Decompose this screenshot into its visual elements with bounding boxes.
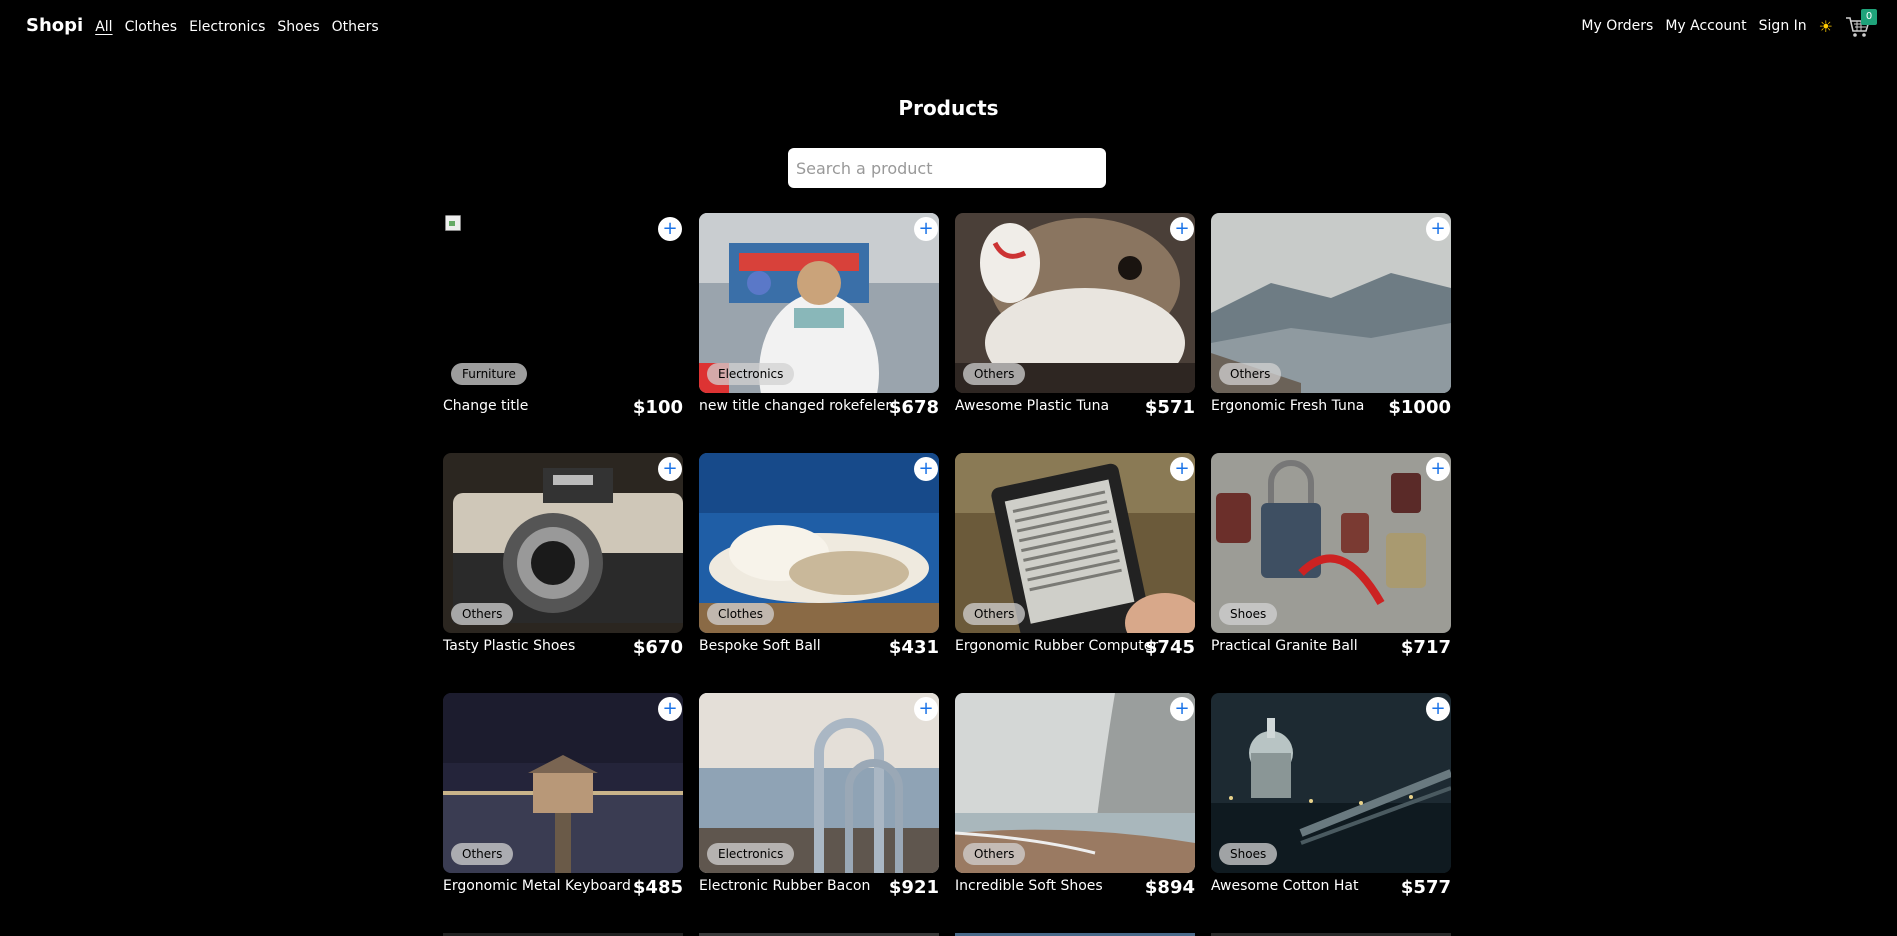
product-price: $678 [888,397,939,418]
product-card[interactable]: Others + Incredible Soft Shoes $894 [955,693,1195,909]
sun-icon[interactable]: ☀ [1819,17,1833,36]
product-title: Incredible Soft Shoes [955,878,1103,894]
product-card[interactable]: Others + Ergonomic Metal Keyboard $485 [443,693,683,909]
category-badge: Others [451,843,514,865]
top-navbar: Shopi All Clothes Electronics Shoes Othe… [0,0,1897,50]
plus-icon[interactable]: + [914,457,938,481]
product-price: $431 [888,637,939,658]
my-orders-link[interactable]: My Orders [1581,18,1653,34]
category-badge: Others [963,363,1026,385]
product-card[interactable]: Clothes + Bespoke Soft Ball $431 [699,453,939,669]
product-title: Awesome Plastic Tuna [955,398,1110,414]
nav-category-shoes[interactable]: Shoes [277,19,319,35]
plus-icon[interactable]: + [914,217,938,241]
category-badge: Others [963,603,1026,625]
product-card[interactable]: Electronics + Electronic Rubber Bacon $921 [699,693,939,909]
category-badge: Others [1219,363,1282,385]
category-badge: Furniture [451,363,527,385]
product-card[interactable]: Shoes + Practical Granite Ball $717 [1211,453,1451,669]
product-title: Awesome Cotton Hat [1211,878,1359,894]
product-price: $485 [632,877,683,898]
my-account-link[interactable]: My Account [1665,18,1746,34]
broken-image-icon [445,215,461,231]
product-price: $1000 [1388,397,1451,418]
plus-icon[interactable]: + [658,217,682,241]
product-title: new title changed rokefeler [699,398,892,414]
product-price: $921 [888,877,939,898]
product-title: Practical Granite Ball [1211,638,1358,654]
plus-icon[interactable]: + [1426,457,1450,481]
product-grid: Furniture + Change title $100 Electronics + ne… [443,213,1451,909]
category-badge: Shoes [1219,603,1278,625]
nav-right: My Orders My Account Sign In ☀ 0 [1569,9,1877,38]
product-price: $571 [1144,397,1195,418]
product-title: Ergonomic Metal Keyboard [443,878,631,894]
nav-left: Shopi All Clothes Electronics Shoes Othe… [26,15,391,36]
category-badge: Electronics [707,843,795,865]
nav-category-others[interactable]: Others [332,19,379,35]
search-input[interactable] [788,148,1106,188]
product-title: Bespoke Soft Ball [699,638,821,654]
cart-count-badge: 0 [1861,9,1877,25]
plus-icon[interactable]: + [1426,697,1450,721]
cart-button[interactable]: 0 [1845,9,1877,38]
product-price: $745 [1144,637,1195,658]
nav-category-all[interactable]: All [95,19,112,35]
product-price: $100 [632,397,683,418]
plus-icon[interactable]: + [658,697,682,721]
product-card[interactable]: Others + Awesome Plastic Tuna $571 [955,213,1195,429]
plus-icon[interactable]: + [658,457,682,481]
plus-icon[interactable]: + [1170,697,1194,721]
product-card[interactable]: Others + Tasty Plastic Shoes $670 [443,453,683,669]
product-title: Ergonomic Rubber Computer [955,638,1159,654]
nav-category-clothes[interactable]: Clothes [125,19,178,35]
plus-icon[interactable]: + [1170,217,1194,241]
plus-icon[interactable]: + [914,697,938,721]
category-badge: Shoes [1219,843,1278,865]
product-card[interactable]: Shoes + Awesome Cotton Hat $577 [1211,693,1451,909]
nav-category-electronics[interactable]: Electronics [189,19,265,35]
product-card[interactable]: Others + Ergonomic Rubber Computer $745 [955,453,1195,669]
page-title: Products [898,96,999,120]
product-title: Tasty Plastic Shoes [443,638,576,654]
plus-icon[interactable]: + [1426,217,1450,241]
plus-icon[interactable]: + [1170,457,1194,481]
category-badge: Others [451,603,514,625]
category-badge: Others [963,843,1026,865]
product-price: $717 [1400,637,1451,658]
sign-in-link[interactable]: Sign In [1759,18,1807,34]
product-price: $894 [1144,877,1195,898]
product-title: Electronic Rubber Bacon [699,878,871,894]
product-price: $670 [632,637,683,658]
product-card[interactable]: Furniture + Change title $100 [443,213,683,429]
product-card[interactable]: Others + Ergonomic Fresh Tuna $1000 [1211,213,1451,429]
product-title: Change title [443,398,529,414]
category-badge: Clothes [707,603,774,625]
category-badge: Electronics [707,363,795,385]
product-card[interactable]: Electronics + new title changed rokefeler $… [699,213,939,429]
product-price: $577 [1400,877,1451,898]
product-title: Ergonomic Fresh Tuna [1211,398,1365,414]
brand-logo[interactable]: Shopi [26,15,83,36]
